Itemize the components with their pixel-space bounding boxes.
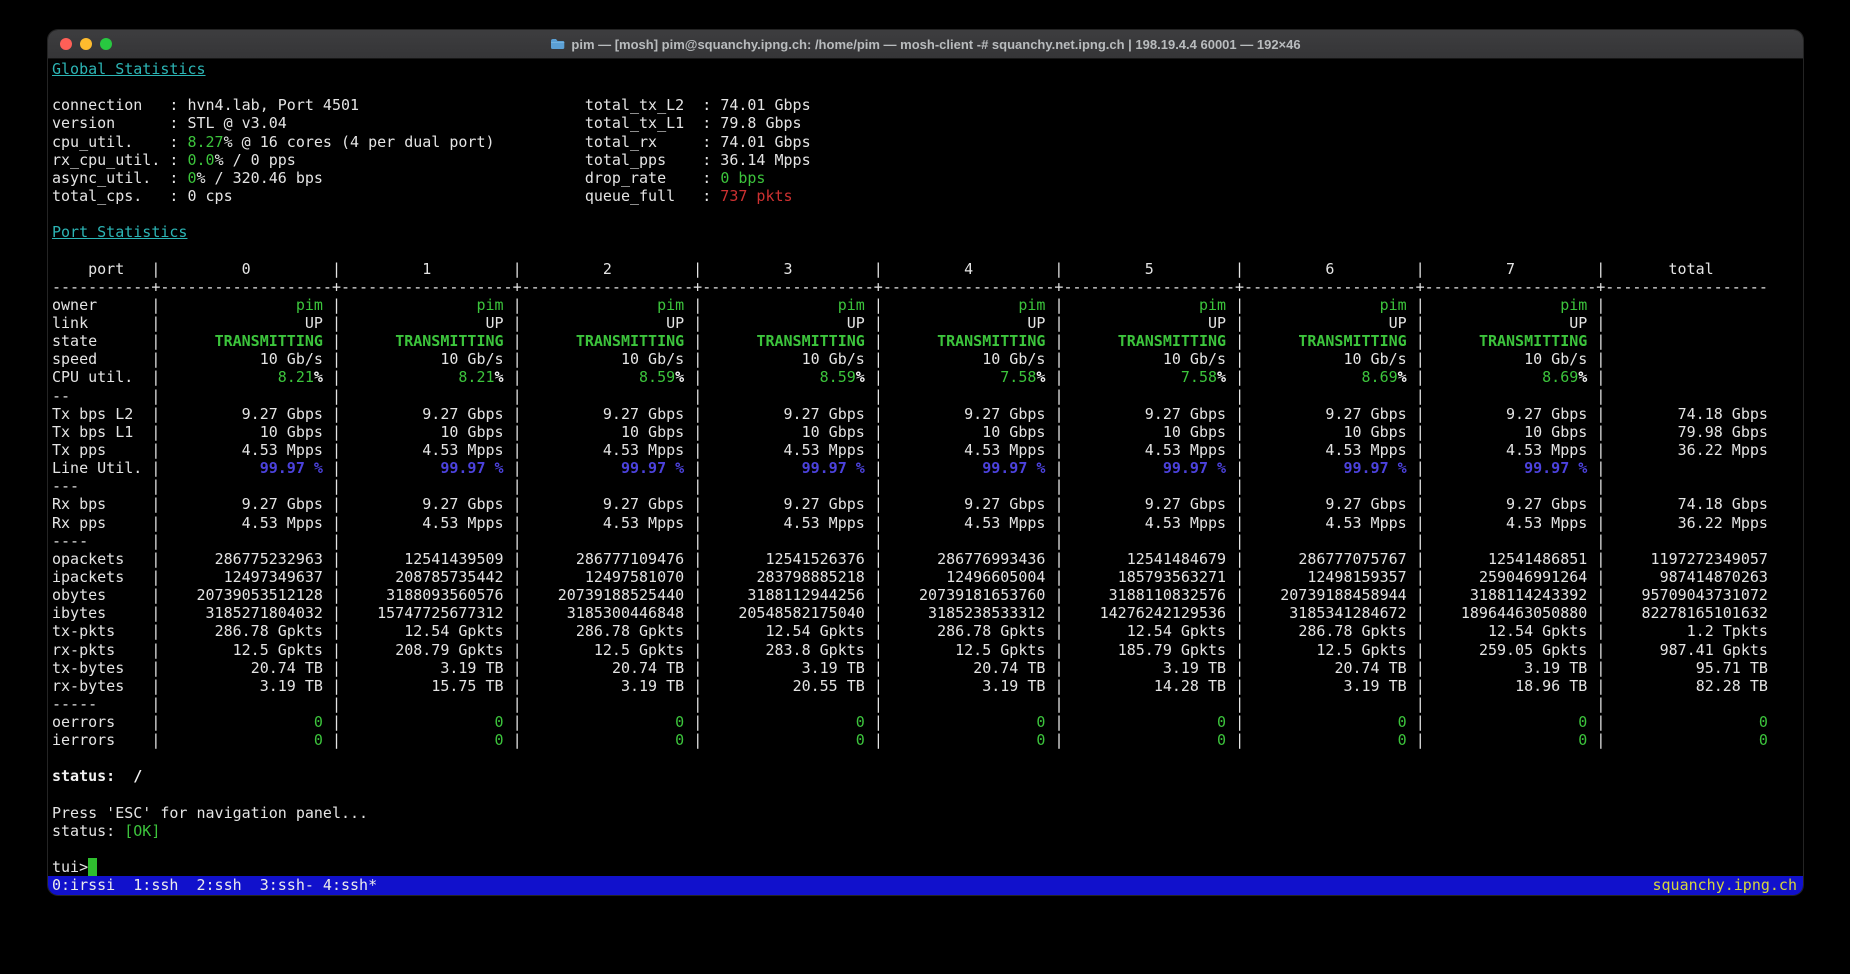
- port-table-row: ----- | | | | | | | | |: [52, 695, 1803, 713]
- port-table-row: --- | | | | | | | | |: [52, 477, 1803, 495]
- status-spinner-line: status: /: [52, 767, 1803, 785]
- window-title: pim — [mosh] pim@squanchy.ipng.ch: /home…: [571, 37, 1300, 52]
- global-stat-line: cpu_util. : 8.27% @ 16 cores (4 per dual…: [52, 133, 1803, 151]
- port-table-header: port | 0 | 1 | 2 | 3 | 4 | 5 | 6 | 7 | t…: [52, 260, 1803, 278]
- tmux-hostname: squanchy.ipng.ch: [1653, 876, 1798, 895]
- port-table-row: ipackets | 12497349637 | 208785735442 | …: [52, 568, 1803, 586]
- port-table-row: Rx bps | 9.27 Gbps | 9.27 Gbps | 9.27 Gb…: [52, 495, 1803, 513]
- global-stat-line: total_cps. : 0 cps queue_full : 737 pkts: [52, 187, 1803, 205]
- port-table-row: obytes | 20739053512128 | 3188093560576 …: [52, 586, 1803, 604]
- terminal-content[interactable]: Global Statistics connection : hvn4.lab, …: [48, 59, 1803, 876]
- desktop: { "window": { "title": "pim — [mosh] pim…: [0, 0, 1850, 974]
- minimize-button[interactable]: [80, 38, 92, 50]
- folder-icon: [550, 38, 565, 50]
- status-ok-line: status: [OK]: [52, 822, 1803, 840]
- port-table-row: Tx bps L1 | 10 Gbps | 10 Gbps | 10 Gbps …: [52, 423, 1803, 441]
- global-stat-line: rx_cpu_util. : 0.0% / 0 pps total_pps : …: [52, 151, 1803, 169]
- window-titlebar[interactable]: pim — [mosh] pim@squanchy.ipng.ch: /home…: [48, 30, 1803, 59]
- traffic-lights: [60, 38, 112, 50]
- port-table-row: rx-bytes | 3.19 TB | 15.75 TB | 3.19 TB …: [52, 677, 1803, 695]
- section-heading: Port Statistics: [52, 223, 1803, 241]
- tui-prompt-line: tui>: [52, 858, 1803, 876]
- tmux-status-bar: 0:irssi 1:ssh 2:ssh 3:ssh- 4:ssh* squanc…: [48, 876, 1803, 895]
- port-table-row: ierrors | 0 | 0 | 0 | 0 | 0 | 0 | 0 | 0 …: [52, 731, 1803, 749]
- port-table-row: oerrors | 0 | 0 | 0 | 0 | 0 | 0 | 0 | 0 …: [52, 713, 1803, 731]
- port-table-row: link | UP | UP | UP | UP | UP | UP | UP …: [52, 314, 1803, 332]
- port-table-row: opackets | 286775232963 | 12541439509 | …: [52, 550, 1803, 568]
- cursor: [88, 858, 97, 876]
- blank-line: [52, 840, 1803, 858]
- port-table-row: Rx pps | 4.53 Mpps | 4.53 Mpps | 4.53 Mp…: [52, 514, 1803, 532]
- section-heading: Global Statistics: [52, 60, 1803, 78]
- port-table-row: Line Util. | 99.97 % | 99.97 % | 99.97 %…: [52, 459, 1803, 477]
- blank-line: [52, 78, 1803, 96]
- global-statistics-heading: Global Statistics: [52, 60, 206, 78]
- port-table-row: Tx pps | 4.53 Mpps | 4.53 Mpps | 4.53 Mp…: [52, 441, 1803, 459]
- global-stat-line: connection : hvn4.lab, Port 4501 total_t…: [52, 96, 1803, 114]
- port-table-row: speed | 10 Gb/s | 10 Gb/s | 10 Gb/s | 10…: [52, 350, 1803, 368]
- window-title-area: pim — [mosh] pim@squanchy.ipng.ch: /home…: [550, 37, 1300, 52]
- port-table-row: tx-pkts | 286.78 Gpkts | 12.54 Gpkts | 2…: [52, 622, 1803, 640]
- port-table-row: owner | pim | pim | pim | pim | pim | pi…: [52, 296, 1803, 314]
- port-table-separator: -----------+-------------------+--------…: [52, 278, 1803, 296]
- port-table-row: tx-bytes | 20.74 TB | 3.19 TB | 20.74 TB…: [52, 659, 1803, 677]
- maximize-button[interactable]: [100, 38, 112, 50]
- port-table-row: -- | | | | | | | | |: [52, 387, 1803, 405]
- close-button[interactable]: [60, 38, 72, 50]
- port-table-row: state | TRANSMITTING | TRANSMITTING | TR…: [52, 332, 1803, 350]
- blank-line: [52, 205, 1803, 223]
- port-table-row: rx-pkts | 12.5 Gpkts | 208.79 Gpkts | 12…: [52, 641, 1803, 659]
- global-stat-line: version : STL @ v3.04 total_tx_L1 : 79.8…: [52, 114, 1803, 132]
- blank-line: [52, 786, 1803, 804]
- port-statistics-heading: Port Statistics: [52, 223, 187, 241]
- terminal-window: pim — [mosh] pim@squanchy.ipng.ch: /home…: [48, 30, 1803, 895]
- blank-line: [52, 241, 1803, 259]
- port-table-row: CPU util. | 8.21% | 8.21% | 8.59% | 8.59…: [52, 368, 1803, 386]
- port-table-row: ibytes | 3185271804032 | 15747725677312 …: [52, 604, 1803, 622]
- blank-line: [52, 749, 1803, 767]
- port-table-row: ---- | | | | | | | | |: [52, 532, 1803, 550]
- port-table-row: Tx bps L2 | 9.27 Gbps | 9.27 Gbps | 9.27…: [52, 405, 1803, 423]
- global-stat-line: async_util. : 0% / 320.46 bps drop_rate …: [52, 169, 1803, 187]
- tmux-window-list[interactable]: 0:irssi 1:ssh 2:ssh 3:ssh- 4:ssh*: [52, 876, 377, 895]
- esc-hint-line: Press 'ESC' for navigation panel...: [52, 804, 1803, 822]
